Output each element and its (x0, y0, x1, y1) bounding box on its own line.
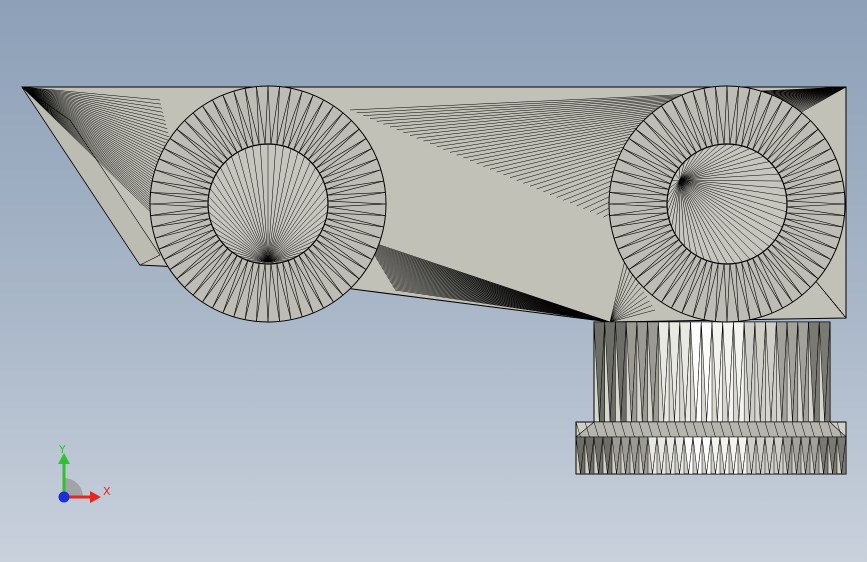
x-axis-label: X (103, 485, 111, 498)
y-axis-label: Y (58, 443, 66, 456)
flange-chamfer (575, 421, 847, 438)
coordinate-triad: Y X (58, 443, 111, 503)
x-axis-arrowhead (90, 491, 101, 503)
z-axis-dot (58, 491, 70, 503)
tessellated-part-model[interactable] (0, 0, 867, 562)
right-boss (608, 85, 846, 323)
left-boss (149, 85, 387, 323)
flange-facets (575, 421, 847, 475)
graphics-viewport[interactable]: Y X (0, 0, 867, 562)
